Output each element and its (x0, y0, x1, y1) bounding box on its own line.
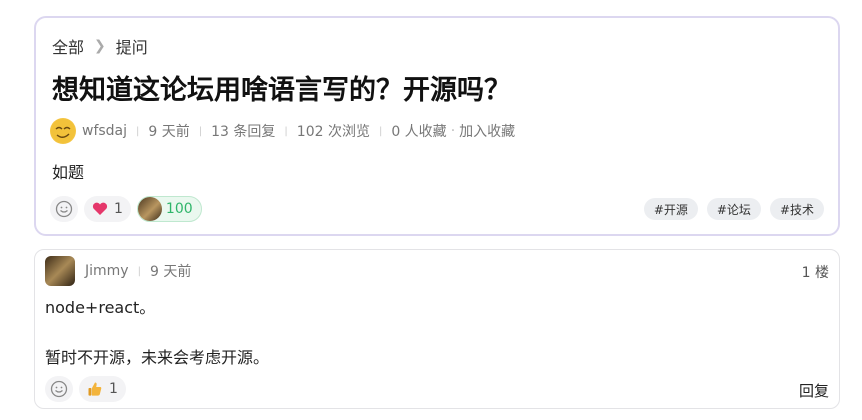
reply-header: Jimmy | 9 天前 (45, 256, 191, 286)
score-value: 100 (165, 201, 193, 217)
reply-reactions: 1 (45, 376, 126, 402)
thumbs-up-reaction[interactable]: 1 (79, 376, 126, 402)
tag-tech[interactable]: #技术 (769, 198, 824, 220)
post-time: 9 天前 (148, 124, 190, 140)
add-reaction-button[interactable] (50, 196, 78, 222)
add-reaction-button[interactable] (45, 376, 73, 402)
author-name[interactable]: wfsdaj (82, 123, 127, 139)
favorite-count: 0 人收藏 (391, 124, 447, 140)
smiley-icon (55, 200, 73, 218)
separator: | (378, 125, 383, 137)
thumbs-up-icon (88, 382, 102, 396)
score-badge[interactable]: 100 (136, 196, 202, 222)
reply-time: 9 天前 (149, 264, 192, 280)
reply-count: 13 条回复 (211, 124, 276, 140)
separator: | (198, 125, 203, 137)
heart-count: 1 (114, 201, 123, 217)
reply-body: node+react。 暂时不开源，未来会考虑开源。 (45, 296, 269, 370)
topic-card: 全部 ❯ 提问 想知道这论坛用啥语言写的？开源吗？ wfsdaj | 9 天前 … (34, 16, 840, 236)
tag-opensource[interactable]: #开源 (643, 198, 698, 220)
reply-line: node+react。 (45, 298, 156, 317)
reply-line: 暂时不开源，未来会考虑开源。 (45, 348, 270, 367)
author-avatar[interactable] (50, 118, 76, 144)
separator: | (284, 125, 288, 137)
reply-author-avatar[interactable] (45, 256, 75, 286)
heart-reaction[interactable]: 1 (84, 196, 131, 222)
tag-forum[interactable]: #论坛 (706, 198, 761, 220)
floor-number: 1 楼 (801, 265, 829, 281)
chevron-right-icon: ❯ (94, 38, 106, 54)
breadcrumb-root-link[interactable]: 全部 (52, 34, 84, 58)
middot: · (450, 123, 456, 139)
view-count: 102 次浏览 (296, 124, 370, 140)
meme-face-icon (51, 119, 75, 143)
tag-list: #开源 #论坛 #技术 (643, 198, 824, 220)
add-favorite-button[interactable]: 加入收藏 (459, 121, 515, 141)
topic-body: 如题 (52, 163, 85, 182)
reply-author-name[interactable]: Jimmy (85, 263, 129, 279)
topic-meta: wfsdaj | 9 天前 | 13 条回复 | 102 次浏览 | 0 人收藏… (50, 118, 515, 144)
reply-button[interactable]: 回复 (799, 380, 829, 401)
breadcrumb-category-link[interactable]: 提问 (116, 34, 148, 58)
separator: | (137, 265, 141, 277)
topic-title: 想知道这论坛用啥语言写的？开源吗？ (52, 75, 511, 106)
heart-icon (92, 202, 108, 215)
thumbs-count: 1 (109, 381, 118, 397)
breadcrumb: 全部 ❯ 提问 (52, 34, 148, 58)
reply-card: Jimmy | 9 天前 1 楼 node+react。 暂时不开源，未来会考虑… (34, 249, 840, 409)
separator: | (136, 125, 140, 137)
user-avatar (137, 197, 162, 221)
smiley-icon (50, 380, 68, 398)
reaction-row: 1 100 (50, 196, 202, 222)
